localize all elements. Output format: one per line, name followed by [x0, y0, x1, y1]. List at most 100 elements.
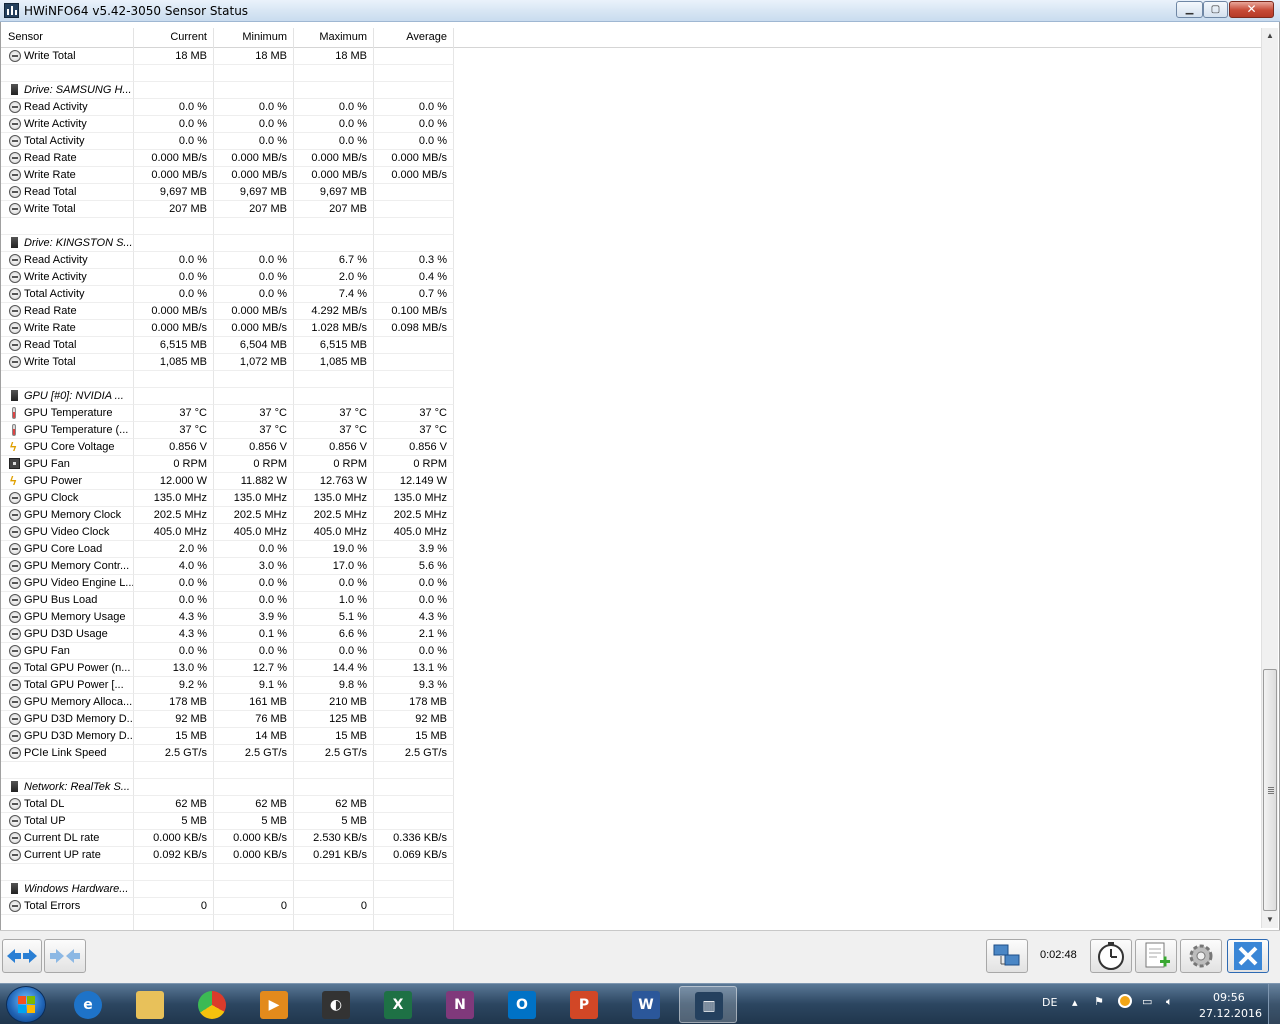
taskbar-app-word[interactable]: W — [617, 986, 675, 1023]
sensor-row[interactable]: Total GPU Power (n... 13.0 % 12.7 % 14.4 % 1… — [1, 660, 1263, 677]
sensor-row[interactable]: GPU Temperature (... 37 °C 37 °C 37 °C 37 °C — [1, 422, 1263, 439]
sensor-group-row[interactable]: Network: RealTek S... — [1, 779, 1263, 796]
sensor-row[interactable]: Total Activity 0.0 % 0.0 % 0.0 % 0.0 % — [1, 133, 1263, 150]
taskbar-app-chrome[interactable] — [183, 986, 241, 1023]
sensor-row[interactable]: ϟ GPU Power 12.000 W 11.882 W 12.763 W 12.149… — [1, 473, 1263, 490]
sensor-row[interactable]: Current DL rate 0.000 KB/s 0.000 KB/s 2.530… — [1, 830, 1263, 847]
maximum-value-cell: 6.6 % — [294, 626, 374, 643]
col-header-minimum[interactable]: Minimum — [214, 28, 294, 48]
sensor-row[interactable]: GPU D3D Memory D... 92 MB 76 MB 125 MB 92 MB — [1, 711, 1263, 728]
scroll-down-arrow[interactable]: ▼ — [1262, 912, 1278, 928]
fan-icon — [9, 458, 20, 469]
show-desktop-button[interactable] — [1268, 984, 1280, 1024]
sensor-row[interactable]: Total DL 62 MB 62 MB 62 MB — [1, 796, 1263, 813]
col-header-maximum[interactable]: Maximum — [294, 28, 374, 48]
sensor-row[interactable]: GPU D3D Usage 4.3 % 0.1 % 6.6 % 2.1 % — [1, 626, 1263, 643]
sensor-group-row[interactable]: Drive: KINGSTON S... — [1, 235, 1263, 252]
sensor-row[interactable]: Read Rate 0.000 MB/s 0.000 MB/s 4.292 MB/s 0… — [1, 303, 1263, 320]
sensor-name-cell — [1, 762, 134, 779]
taskbar-app-outlook[interactable]: O — [493, 986, 551, 1023]
sensor-row[interactable]: Total UP 5 MB 5 MB 5 MB — [1, 813, 1263, 830]
sensor-row[interactable]: GPU Video Clock 405.0 MHz 405.0 MHz 405.0 M… — [1, 524, 1263, 541]
taskbar-app-app-dark[interactable]: ◐ — [307, 986, 365, 1023]
sensor-row[interactable]: ϟ GPU Core Voltage 0.856 V 0.856 V 0.856 V 0.… — [1, 439, 1263, 456]
volume-tray-icon[interactable]: 🔈︎ — [1166, 995, 1173, 1009]
vertical-scrollbar[interactable]: ▲ ▼ — [1261, 28, 1278, 928]
language-indicator[interactable]: DE — [1042, 996, 1057, 1009]
antivirus-tray-icon[interactable] — [1118, 994, 1132, 1008]
sensor-row[interactable]: GPU Memory Clock 202.5 MHz 202.5 MHz 202.5 … — [1, 507, 1263, 524]
current-value-cell — [134, 388, 214, 405]
sensor-row[interactable]: Current UP rate 0.092 KB/s 0.000 KB/s 0.291… — [1, 847, 1263, 864]
taskbar-date[interactable]: 27.12.2016 — [1199, 1007, 1262, 1020]
settings-button[interactable] — [1180, 939, 1222, 973]
tray-expand-icon[interactable]: ▴ — [1072, 996, 1078, 1009]
sensor-row[interactable]: GPU Core Load 2.0 % 0.0 % 19.0 % 3.9 % — [1, 541, 1263, 558]
scroll-thumb[interactable] — [1263, 669, 1277, 911]
sensor-row[interactable]: Write Total 18 MB 18 MB 18 MB — [1, 48, 1263, 65]
sensor-row[interactable]: Write Rate 0.000 MB/s 0.000 MB/s 1.028 MB/s… — [1, 320, 1263, 337]
sensor-group-row[interactable]: GPU [#0]: NVIDIA ... — [1, 388, 1263, 405]
average-value-cell — [374, 337, 454, 354]
sensor-row[interactable]: GPU Fan 0.0 % 0.0 % 0.0 % 0.0 % — [1, 643, 1263, 660]
maximize-button[interactable]: ▢ — [1203, 1, 1228, 18]
average-value-cell: 3.9 % — [374, 541, 454, 558]
taskbar-app-powerpoint[interactable]: P — [555, 986, 613, 1023]
sensor-group-row[interactable]: Windows Hardware... — [1, 881, 1263, 898]
sensor-row[interactable]: PCIe Link Speed 2.5 GT/s 2.5 GT/s 2.5 GT/s 2… — [1, 745, 1263, 762]
minimize-button[interactable]: ▁ — [1176, 1, 1203, 18]
sensor-row[interactable]: Write Activity 0.0 % 0.0 % 0.0 % 0.0 % — [1, 116, 1263, 133]
taskbar-app-internet-explorer[interactable]: e — [59, 986, 117, 1023]
sensor-row[interactable]: Read Activity 0.0 % 0.0 % 6.7 % 0.3 % — [1, 252, 1263, 269]
action-center-flag-icon[interactable]: ⚑ — [1094, 995, 1104, 1008]
sensor-group-row[interactable]: Drive: SAMSUNG H... — [1, 82, 1263, 99]
taskbar-app-excel[interactable]: X — [369, 986, 427, 1023]
sensor-row[interactable]: GPU Memory Alloca... 178 MB 161 MB 210 MB 17… — [1, 694, 1263, 711]
start-button[interactable] — [6, 986, 46, 1023]
sensor-row[interactable]: GPU Temperature 37 °C 37 °C 37 °C 37 °C — [1, 405, 1263, 422]
sensor-row[interactable]: GPU Video Engine L... 0.0 % 0.0 % 0.0 % 0.0 … — [1, 575, 1263, 592]
taskbar-app-hwinfo[interactable]: ▥ — [679, 986, 737, 1023]
sensor-row[interactable]: Read Total 6,515 MB 6,504 MB 6,515 MB — [1, 337, 1263, 354]
sensor-row[interactable]: Read Total 9,697 MB 9,697 MB 9,697 MB — [1, 184, 1263, 201]
taskbar-app-media-player[interactable]: ▶ — [245, 986, 303, 1023]
report-add-button[interactable] — [1135, 939, 1177, 973]
sensor-row[interactable]: GPU Memory Usage 4.3 % 3.9 % 5.1 % 4.3 % — [1, 609, 1263, 626]
taskbar-app-file-explorer[interactable] — [121, 986, 179, 1023]
current-value-cell: 6,515 MB — [134, 337, 214, 354]
sensor-row[interactable]: GPU Bus Load 0.0 % 0.0 % 1.0 % 0.0 % — [1, 592, 1263, 609]
col-header-current[interactable]: Current — [134, 28, 214, 48]
close-sensors-button[interactable] — [1227, 939, 1269, 973]
maximum-value-cell — [294, 218, 374, 235]
taskbar-app-onenote[interactable]: N — [431, 986, 489, 1023]
col-header-average[interactable]: Average — [374, 28, 454, 48]
arrows-compact-icon — [50, 949, 80, 963]
maximum-value-cell: 202.5 MHz — [294, 507, 374, 524]
taskbar-time[interactable]: 09:56 — [1213, 991, 1245, 1004]
sensor-row[interactable]: GPU Clock 135.0 MHz 135.0 MHz 135.0 MHz 135.… — [1, 490, 1263, 507]
col-header-sensor[interactable]: Sensor — [1, 28, 134, 48]
sensor-gauge-icon — [9, 798, 21, 810]
scroll-up-arrow[interactable]: ▲ — [1262, 28, 1278, 44]
sensor-row[interactable]: Write Activity 0.0 % 0.0 % 2.0 % 0.4 % — [1, 269, 1263, 286]
current-value-cell: 0.000 MB/s — [134, 167, 214, 184]
sensor-row[interactable]: Read Rate 0.000 MB/s 0.000 MB/s 0.000 MB/s 0… — [1, 150, 1263, 167]
sensor-row[interactable]: Write Total 1,085 MB 1,072 MB 1,085 MB — [1, 354, 1263, 371]
network-computers-button[interactable] — [986, 939, 1028, 973]
arrows-compact-button[interactable] — [44, 939, 86, 973]
network-tray-icon[interactable]: ▭ — [1142, 995, 1152, 1008]
stopwatch-button[interactable] — [1090, 939, 1132, 973]
sensor-row[interactable]: GPU D3D Memory D... 15 MB 14 MB 15 MB 15 MB — [1, 728, 1263, 745]
sensor-row[interactable]: GPU Fan 0 RPM 0 RPM 0 RPM 0 RPM — [1, 456, 1263, 473]
sensor-row[interactable]: Write Total 207 MB 207 MB 207 MB — [1, 201, 1263, 218]
minimum-value-cell: 76 MB — [214, 711, 294, 728]
sensor-row[interactable]: Total Errors 0 0 0 — [1, 898, 1263, 915]
average-value-cell — [374, 218, 454, 235]
sensor-row[interactable]: GPU Memory Contr... 4.0 % 3.0 % 17.0 % 5.6 % — [1, 558, 1263, 575]
sensor-row[interactable]: Read Activity 0.0 % 0.0 % 0.0 % 0.0 % — [1, 99, 1263, 116]
sensor-row[interactable]: Write Rate 0.000 MB/s 0.000 MB/s 0.000 MB/s… — [1, 167, 1263, 184]
arrows-left-right-button[interactable] — [2, 939, 42, 973]
close-window-button[interactable]: ✕ — [1229, 1, 1274, 18]
sensor-row[interactable]: Total GPU Power [... 9.2 % 9.1 % 9.8 % 9.3 % — [1, 677, 1263, 694]
sensor-row[interactable]: Total Activity 0.0 % 0.0 % 7.4 % 0.7 % — [1, 286, 1263, 303]
